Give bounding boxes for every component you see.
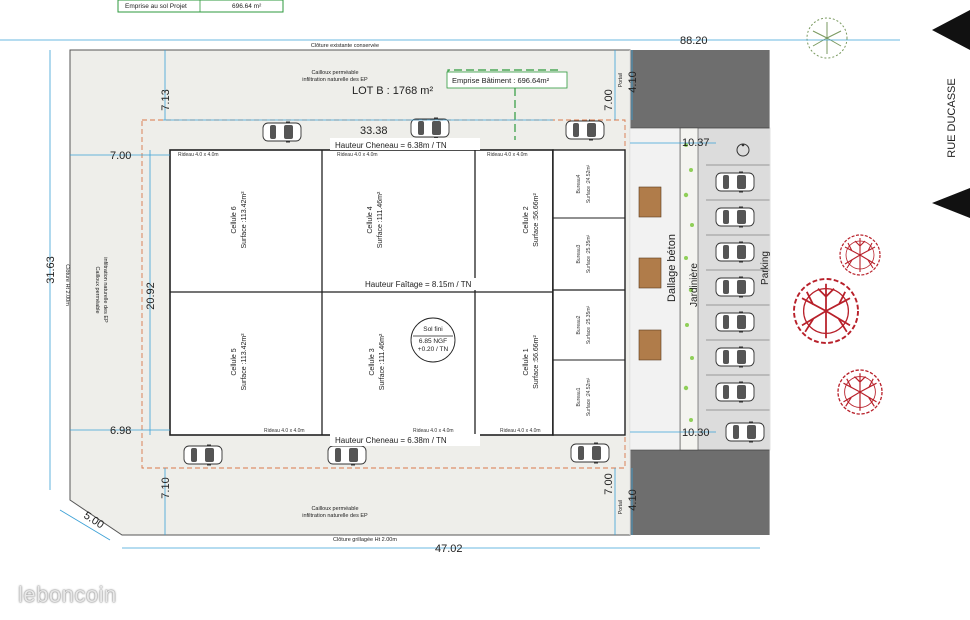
- parking-label: Parking: [760, 251, 771, 285]
- emprise-header-box: Emprise au sol Projet 696.64 m²: [117, 0, 284, 13]
- dim-bottom-total: 47.02: [435, 543, 463, 555]
- dim-left-total: 31.63: [45, 256, 57, 284]
- cell-4-name: Cellule 4: [367, 206, 374, 233]
- street-arrow-mid: [932, 188, 970, 218]
- dim-setback-bottom-right2: 4.10: [627, 489, 639, 510]
- dim-setback-top-right2: 4.10: [627, 71, 639, 92]
- cell-2-surface: Surface :56.66m²: [533, 192, 540, 246]
- lot-title: LOT B : 1768 m²: [352, 85, 433, 97]
- portail-top: Portail: [618, 73, 624, 87]
- emprise-header-label: Emprise au sol Projet: [125, 3, 187, 10]
- street-name: RUE DUCASSE: [946, 78, 958, 157]
- site-plan: Emprise au sol Projet 696.64 m² Rideau 4…: [0, 0, 970, 555]
- cloture-left: Clôture Ht 2.00m: [64, 264, 70, 306]
- svg-text:Rideau 4.0 x 4.0m: Rideau 4.0 x 4.0m: [487, 152, 528, 158]
- red-tree-1: [839, 234, 881, 276]
- svg-text:Rideau 4.0 x 4.0m: Rideau 4.0 x 4.0m: [337, 152, 378, 158]
- cell-5-name: Cellule 5: [231, 348, 238, 375]
- dim-building-width: 33.38: [360, 125, 388, 137]
- hauteur-cheneau-top: Hauteur Cheneau = 6.38m / TN: [335, 141, 447, 150]
- cell-3-surface: Surface :111.46m²: [379, 333, 386, 390]
- dim-setback-bottom-right: 7.00: [603, 473, 615, 494]
- cell-5-surface: Surface :113.42m²: [241, 333, 248, 391]
- cell-3-name: Cellule 3: [369, 348, 376, 375]
- portail-bottom: Portail: [618, 500, 624, 514]
- office-3-name: Bureau3: [576, 244, 582, 263]
- dim-setback-top-right: 7.00: [603, 89, 615, 110]
- dim-setback-left-top: 7.00: [110, 150, 131, 162]
- office-4-name: Bureau4: [576, 174, 582, 193]
- office-2-name: Bureau2: [576, 315, 582, 334]
- dim-parking-top: 10.37: [682, 137, 710, 149]
- cloture-bottom: Clôture grillagée Ht 2.00m: [333, 537, 397, 543]
- svg-text:6.85 NGF: 6.85 NGF: [419, 338, 447, 345]
- dim-building-height: 20.92: [145, 282, 157, 310]
- svg-text:Sol fini: Sol fini: [423, 326, 443, 333]
- green-tree: [806, 17, 848, 59]
- cailloux-top-2: infiltration naturelle des EP: [302, 77, 368, 83]
- dallage-label: Dallage béton: [666, 234, 678, 302]
- sol-fini-marker: Sol fini 6.85 NGF +0.20 / TN: [410, 317, 456, 363]
- office-1-surface: Surface :24.52m²: [586, 377, 592, 416]
- dim-top-total: 88.20: [680, 35, 708, 47]
- cell-4-surface: Surface :111.46m²: [377, 191, 384, 248]
- street-arrow-top: [932, 10, 970, 50]
- cloture-top: Clôture existante conservée: [311, 43, 379, 49]
- cell-1-surface: Surface :56.66m²: [533, 334, 540, 388]
- cailloux-left-2: infiltration naturelle des EP: [102, 257, 108, 323]
- office-2-surface: Surface :25.35m²: [586, 305, 592, 344]
- dim-setback-bottom-left: 7.10: [160, 477, 172, 498]
- office-4-surface: Surface :24.52m²: [586, 164, 592, 203]
- cell-1-name: Cellule 1: [523, 348, 530, 375]
- benches: [638, 186, 662, 361]
- hauteur-faitage: Hauteur Faîtage = 8.15m / TN: [365, 280, 472, 289]
- cell-2-name: Cellule 2: [523, 206, 530, 233]
- watermark-logo: leboncoin: [18, 582, 117, 607]
- cailloux-bottom-1: Cailloux perméable: [311, 506, 358, 512]
- svg-text:Rideau 4.0 x 4.0m: Rideau 4.0 x 4.0m: [413, 428, 454, 434]
- cailloux-top-1: Cailloux perméable: [311, 70, 358, 76]
- red-tree-3: [837, 369, 883, 415]
- svg-text:Rideau 4.0 x 4.0m: Rideau 4.0 x 4.0m: [500, 428, 541, 434]
- emprise-header-value: 696.64 m²: [232, 3, 262, 10]
- building: [169, 149, 554, 436]
- cell-6-surface: Surface :113.42m²: [241, 191, 248, 249]
- svg-text:Rideau 4.0 x 4.0m: Rideau 4.0 x 4.0m: [178, 152, 219, 158]
- office-1-name: Bureau1: [576, 387, 582, 406]
- hauteur-cheneau-bottom: Hauteur Cheneau = 6.38m / TN: [335, 436, 447, 445]
- cailloux-bottom-2: infiltration naturelle des EP: [302, 513, 368, 519]
- dim-setback-top-left: 7.13: [160, 89, 172, 110]
- svg-text:Rideau 4.0 x 4.0m: Rideau 4.0 x 4.0m: [264, 428, 305, 434]
- svg-text:+0.20 / TN: +0.20 / TN: [418, 346, 449, 353]
- dim-setback-left-bottom: 6.98: [110, 425, 131, 437]
- emprise-batiment: Emprise Bâtiment : 696.64m²: [452, 76, 550, 85]
- red-tree-2: [793, 278, 859, 344]
- dim-parking-bottom: 10.30: [682, 427, 710, 439]
- cailloux-left-1: Cailloux perméable: [94, 266, 100, 313]
- office-3-surface: Surface :25.35m²: [586, 234, 592, 273]
- jardiniere-label: Jardinière: [689, 263, 700, 307]
- cell-6-name: Cellule 6: [231, 206, 238, 233]
